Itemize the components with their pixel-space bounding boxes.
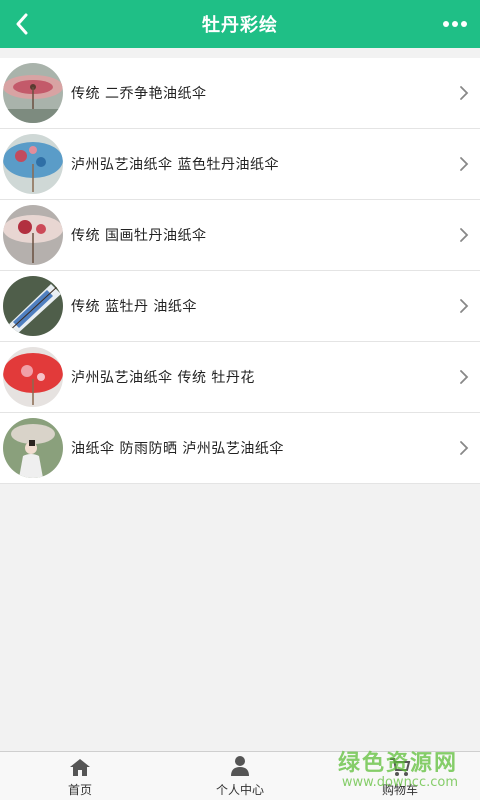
more-dots-icon (443, 21, 467, 27)
list-item[interactable]: 传统 国画牡丹油纸伞 (0, 200, 480, 271)
more-menu-button[interactable] (440, 10, 470, 38)
product-title: 泸州弘艺油纸伞 传统 牡丹花 (71, 370, 255, 386)
page-title: 牡丹彩绘 (202, 15, 278, 36)
list-item[interactable]: 传统 二乔争艳油纸伞 (0, 58, 480, 129)
list-item[interactable]: 泸州弘艺油纸伞 蓝色牡丹油纸伞 (0, 129, 480, 200)
user-icon (231, 756, 249, 776)
back-button[interactable] (8, 10, 36, 38)
cart-icon (390, 758, 411, 776)
chevron-right-icon (460, 157, 469, 171)
chevron-right-icon (460, 86, 469, 100)
list-item[interactable]: 传统 蓝牡丹 油纸伞 (0, 271, 480, 342)
tab-profile-label: 个人中心 (215, 783, 264, 797)
home-icon (70, 759, 90, 776)
chevron-right-icon (460, 228, 469, 242)
product-title: 油纸伞 防雨防晒 泸州弘艺油纸伞 (71, 441, 284, 457)
product-list: 传统 二乔争艳油纸伞 泸州弘艺油纸伞 蓝色牡丹油纸伞 传统 国画牡丹油纸伞 传统… (0, 58, 480, 484)
product-title: 传统 蓝牡丹 油纸伞 (71, 299, 197, 315)
product-title: 泸州弘艺油纸伞 蓝色牡丹油纸伞 (71, 157, 279, 173)
product-thumbnail (3, 418, 63, 478)
list-item[interactable]: 泸州弘艺油纸伞 传统 牡丹花 (0, 342, 480, 413)
chevron-right-icon (460, 299, 469, 313)
app-header: 牡丹彩绘 (0, 0, 480, 48)
product-title: 传统 二乔争艳油纸伞 (71, 86, 207, 102)
list-item[interactable]: 油纸伞 防雨防晒 泸州弘艺油纸伞 (0, 413, 480, 484)
product-thumbnail (3, 205, 63, 265)
tab-cart[interactable]: 购物车 (320, 752, 480, 800)
product-thumbnail (3, 63, 63, 123)
tab-home[interactable]: 首页 (0, 752, 160, 800)
chevron-right-icon (460, 370, 469, 384)
tab-home-label: 首页 (67, 783, 92, 797)
product-thumbnail (3, 347, 63, 407)
product-title: 传统 国画牡丹油纸伞 (71, 228, 207, 244)
product-thumbnail (3, 276, 63, 336)
chevron-right-icon (460, 441, 469, 455)
tab-cart-label: 购物车 (381, 783, 418, 797)
product-thumbnail (3, 134, 63, 194)
chevron-left-icon (16, 13, 28, 35)
tab-profile[interactable]: 个人中心 (160, 752, 320, 800)
bottom-tab-bar: 首页 个人中心 购物车 (0, 751, 480, 800)
